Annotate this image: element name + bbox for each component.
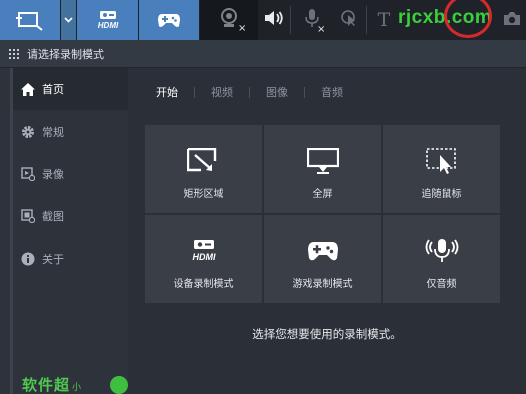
- mode-label: 矩形区域: [183, 189, 224, 200]
- sidebar-item-recording[interactable]: 录像: [13, 153, 128, 195]
- sidebar-item-label: 首页: [42, 83, 64, 96]
- sidebar-item-general[interactable]: 常规: [13, 111, 128, 153]
- gear-icon: [21, 125, 35, 139]
- mode-label: 游戏录制模式: [292, 279, 353, 290]
- tab-start[interactable]: 开始: [154, 84, 180, 100]
- svg-text:HDMI: HDMI: [97, 21, 118, 30]
- video-record-icon: [21, 167, 35, 181]
- mode-label: 追随鼠标: [421, 189, 462, 200]
- hdmi-device-icon: HDMI: [93, 10, 123, 30]
- sidebar-item-about[interactable]: 关于: [13, 238, 128, 280]
- main-panel: 开始 视频 图像 音频 矩形区域 全屏 追随鼠标 HDMI 设备录制模式 游戏录…: [128, 68, 526, 394]
- mode-label: 仅音频: [426, 279, 457, 290]
- tab-divider: [304, 86, 305, 98]
- tab-audio[interactable]: 音频: [319, 84, 345, 100]
- sidebar-item-screenshot[interactable]: 截图: [13, 195, 128, 237]
- rectangle-region-icon: [186, 147, 222, 175]
- webcam-icon: [218, 7, 240, 33]
- brand-badge-icon: [110, 376, 128, 394]
- tab-divider: [249, 86, 250, 98]
- game-mode-button[interactable]: [139, 0, 199, 40]
- sidebar-item-label: 截图: [42, 210, 64, 223]
- mode-label: 设备录制模式: [173, 279, 234, 290]
- tab-divider: [194, 86, 195, 98]
- mode-fullscreen[interactable]: 全屏: [264, 125, 381, 213]
- info-icon: [21, 252, 35, 266]
- sidebar-item-label: 关于: [42, 253, 64, 266]
- screenshot-camera-button[interactable]: [498, 0, 526, 40]
- tab-image[interactable]: 图像: [264, 84, 290, 100]
- monitor-icon: [305, 147, 341, 175]
- hdmi-device-button[interactable]: HDMI: [77, 0, 138, 40]
- tab-video[interactable]: 视频: [209, 84, 235, 100]
- microphone-toggle[interactable]: ×: [292, 0, 332, 40]
- microphone-off-mark: ×: [317, 24, 326, 35]
- window-title: 请选择录制模式: [27, 47, 104, 61]
- camera-icon: [503, 11, 521, 30]
- mode-game-recording[interactable]: 游戏录制模式: [264, 215, 381, 303]
- mode-audio-only[interactable]: 仅音频: [383, 215, 500, 303]
- microphone-wave-icon: [424, 237, 460, 265]
- mode-follow-mouse[interactable]: 追随鼠标: [383, 125, 500, 213]
- speaker-icon: [264, 10, 284, 30]
- sidebar-item-label: 录像: [42, 168, 64, 181]
- chevron-down-icon: [64, 17, 73, 23]
- webcam-off-mark: ×: [238, 23, 247, 34]
- webcam-toggle[interactable]: ×: [200, 0, 258, 40]
- hdmi-device-icon: HDMI: [186, 237, 222, 265]
- mode-tabs: 开始 视频 图像 音频: [154, 84, 345, 100]
- sidebar-item-home[interactable]: 首页: [13, 68, 128, 110]
- gamepad-icon: [157, 11, 181, 29]
- annotation-circle: [444, 0, 492, 38]
- mode-hint-text: 选择您想要使用的录制模式。: [252, 327, 402, 341]
- top-toolbar: HDMI × × T rjcxb.com: [0, 0, 526, 40]
- gamepad-icon: [305, 237, 341, 265]
- mode-rectangle-region[interactable]: 矩形区域: [145, 125, 262, 213]
- screenshot-icon: [21, 209, 35, 223]
- text-overlay-button[interactable]: T: [370, 0, 398, 40]
- capture-mode-dropdown[interactable]: [61, 0, 76, 40]
- home-icon: [21, 82, 35, 96]
- brand-small-text: 小: [72, 383, 83, 393]
- text-t-icon: T: [377, 9, 391, 31]
- brand-text: 软件超: [22, 376, 71, 394]
- screen-region-plus-icon: [16, 9, 44, 31]
- region-capture-button[interactable]: [0, 0, 60, 40]
- cursor-effects-toggle[interactable]: [332, 0, 366, 40]
- speaker-toggle[interactable]: [258, 0, 290, 40]
- recording-mode-grid: 矩形区域 全屏 追随鼠标 HDMI 设备录制模式 游戏录制模式 仅音频: [145, 125, 500, 303]
- mode-device-recording[interactable]: HDMI 设备录制模式: [145, 215, 262, 303]
- mode-label: 全屏: [312, 189, 333, 200]
- cursor-click-icon: [340, 9, 358, 31]
- svg-text:HDMI: HDMI: [192, 252, 215, 262]
- sidebar: 首页 常规 录像 截图 关于: [0, 68, 128, 394]
- window-title-bar: 请选择录制模式: [0, 40, 526, 68]
- sidebar-item-label: 常规: [42, 126, 64, 139]
- brand-watermark: 软件超小: [22, 374, 82, 394]
- toolbar-divider: [366, 6, 367, 34]
- toolbar-divider: [290, 6, 291, 34]
- follow-mouse-icon: [424, 147, 460, 175]
- grid-menu-icon[interactable]: [9, 48, 19, 59]
